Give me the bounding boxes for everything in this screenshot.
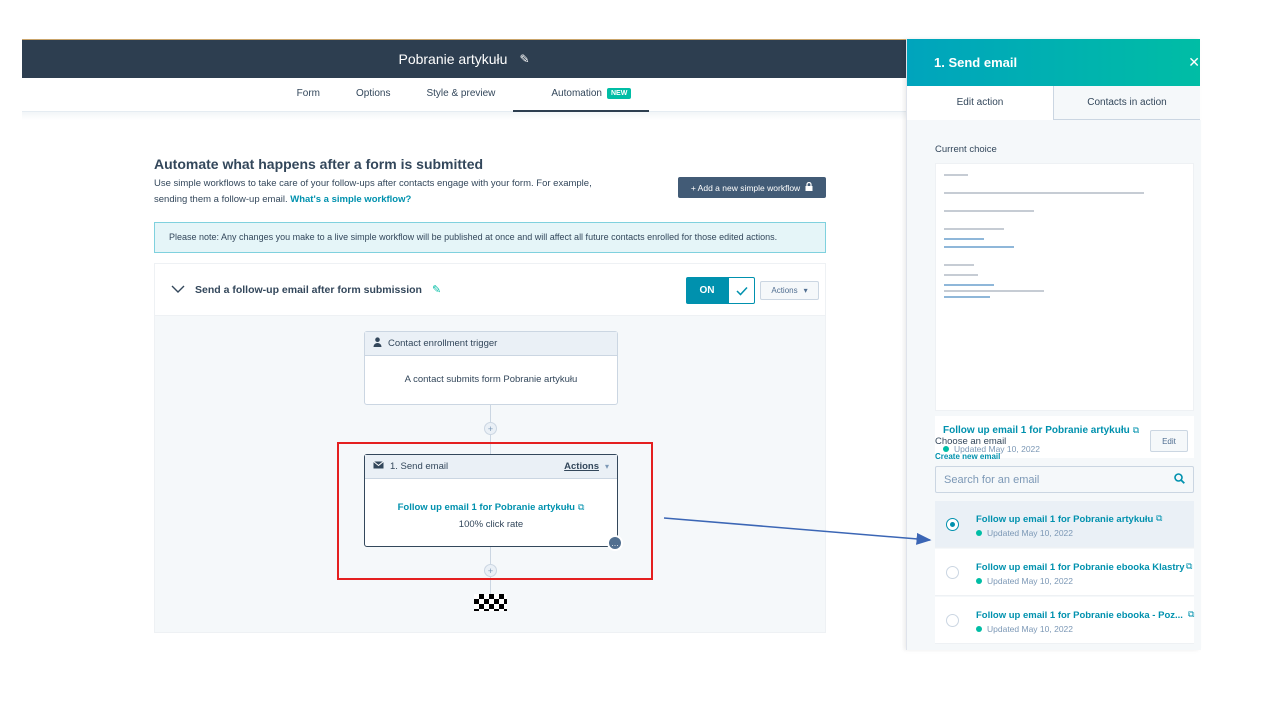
screenshot-stage: Pobranie artykułu ✎ Form Options Style &… [0, 0, 1266, 702]
annotation-arrow [663, 517, 932, 545]
